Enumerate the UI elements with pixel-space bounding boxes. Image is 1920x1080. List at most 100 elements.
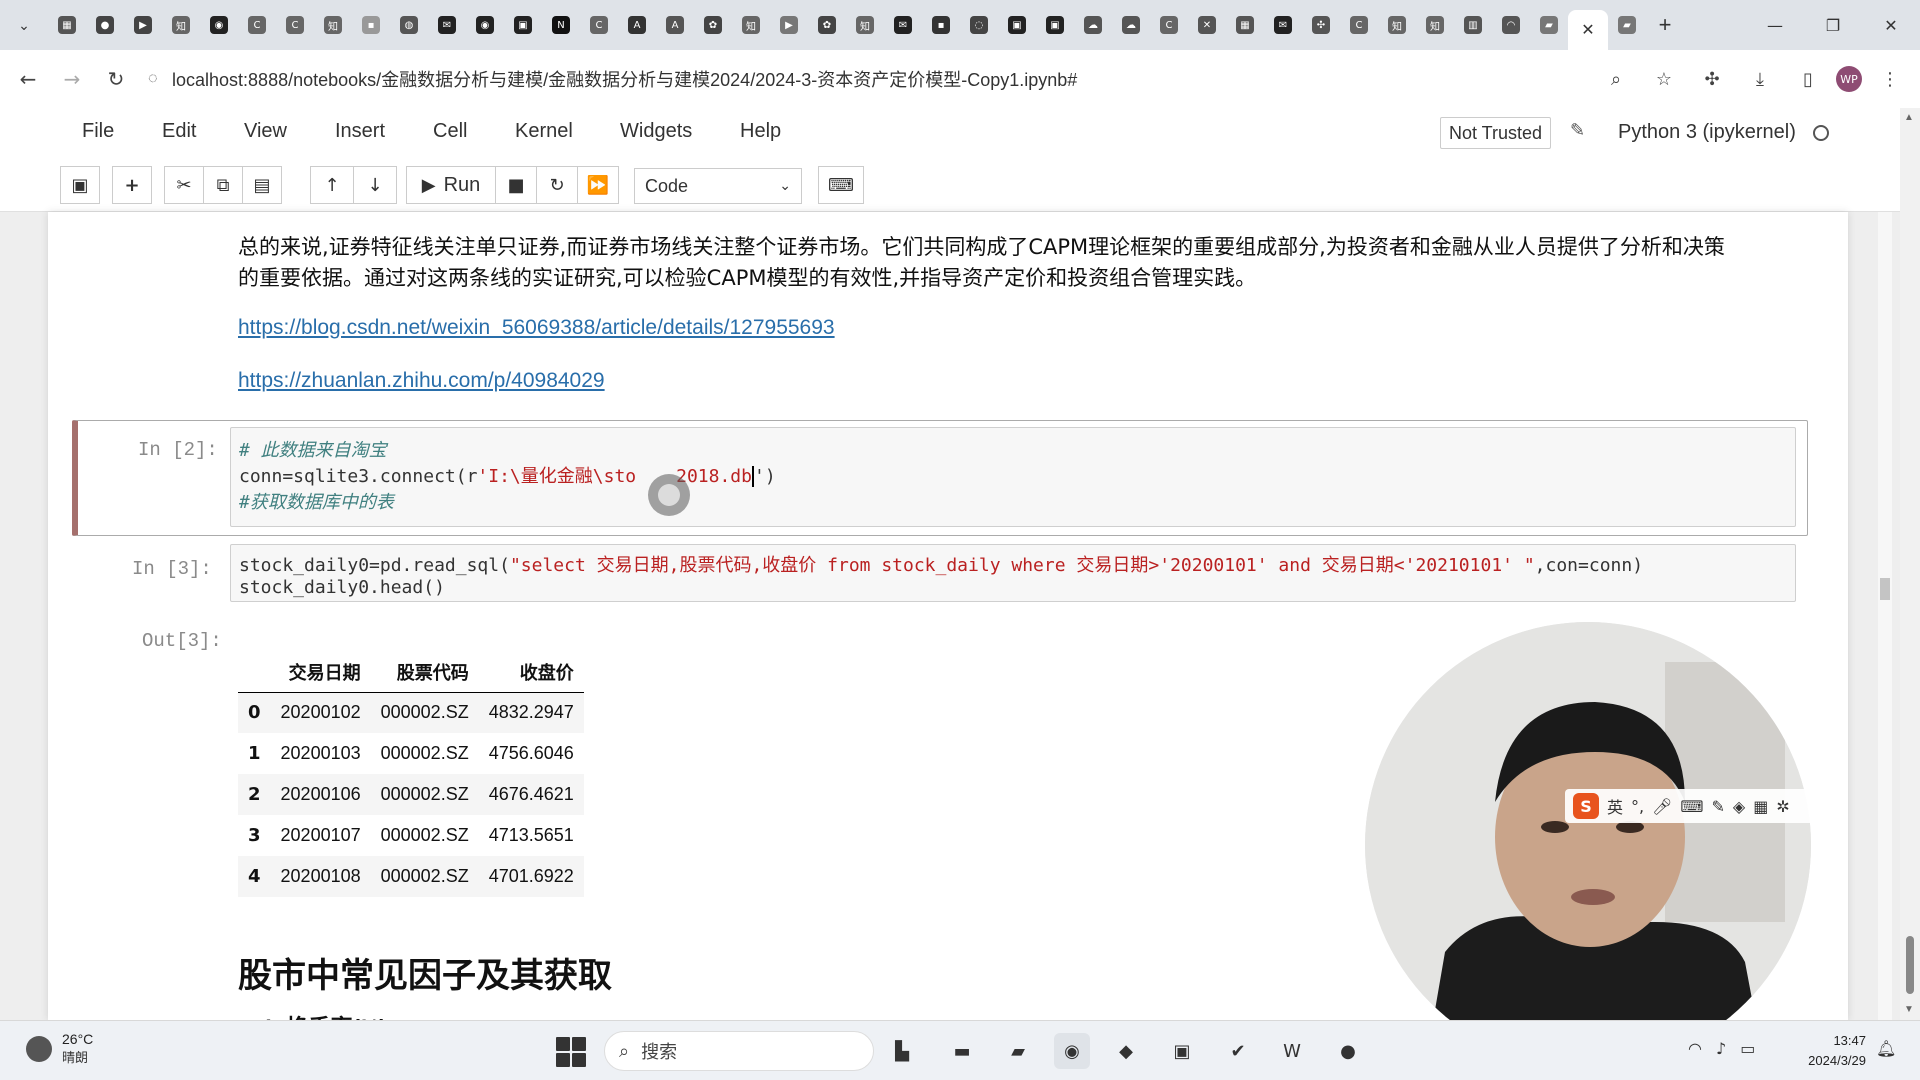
copy-icon[interactable]: ⧉: [203, 166, 243, 204]
scroll-down-icon[interactable]: ▼: [1904, 1004, 1914, 1015]
move-down-icon[interactable]: ↓: [353, 166, 397, 204]
notification-bell-icon[interactable]: 🔔︎: [1876, 1039, 1896, 1058]
tab-zhihu-icon[interactable]: 知: [846, 0, 884, 50]
run-button[interactable]: ▶ Run: [406, 166, 496, 204]
tab-mail-icon[interactable]: ✉: [428, 0, 466, 50]
tab-ids-icon[interactable]: ▪: [922, 0, 960, 50]
tab-book-icon[interactable]: ▰: [1530, 0, 1568, 50]
cmd-app-icon[interactable]: ▣: [1164, 1033, 1200, 1069]
tab-c-icon[interactable]: C: [238, 0, 276, 50]
tab-calendar-icon[interactable]: ▦: [48, 0, 86, 50]
insert-cell-icon[interactable]: +: [112, 166, 152, 204]
menu-kernel[interactable]: Kernel: [515, 120, 573, 143]
tab-record-icon[interactable]: ●: [86, 0, 124, 50]
page-scrollbar-thumb[interactable]: [1906, 936, 1914, 994]
forward-arrow-icon[interactable]: →: [52, 59, 92, 99]
ime-punctuation-toggle[interactable]: °,: [1631, 797, 1644, 816]
tab-video-icon[interactable]: ▶: [770, 0, 808, 50]
tab-book-icon[interactable]: ▰: [1608, 0, 1646, 50]
tab-cloud-icon[interactable]: ☁: [1112, 0, 1150, 50]
active-tab-close-icon[interactable]: ✕: [1568, 10, 1608, 50]
move-up-icon[interactable]: ↑: [310, 166, 354, 204]
tab-tool-icon[interactable]: ✕: [1188, 0, 1226, 50]
toolbox-icon[interactable]: ▦: [1753, 797, 1768, 816]
profile-avatar[interactable]: WP: [1836, 66, 1862, 92]
tab-ai-icon[interactable]: A: [656, 0, 694, 50]
tab-zhihu-icon[interactable]: 知: [1378, 0, 1416, 50]
microphone-icon[interactable]: 🎤︎: [1652, 797, 1672, 816]
terminal-app-icon[interactable]: ▬: [944, 1033, 980, 1069]
restore-icon[interactable]: ❐: [1804, 0, 1862, 50]
tab-cloud-icon[interactable]: ☁: [1074, 0, 1112, 50]
tab-paw-icon[interactable]: ✿: [694, 0, 732, 50]
notebook-scrollbar[interactable]: [1878, 212, 1892, 1020]
weather-widget[interactable]: 26°C 晴朗: [26, 1031, 93, 1066]
tab-books-icon[interactable]: ▥: [1454, 0, 1492, 50]
tab-c-icon[interactable]: C: [276, 0, 314, 50]
tab-mail-icon[interactable]: ✉: [1264, 0, 1302, 50]
url-field[interactable]: ◌ localhost:8888/notebooks/金融数据分析与建模/金融数…: [148, 62, 1618, 96]
task-view-icon[interactable]: ▙: [884, 1033, 920, 1069]
page-scrollbar[interactable]: ▲ ▼: [1900, 108, 1920, 1020]
extensions-icon[interactable]: ✣: [1692, 59, 1732, 99]
menu-view[interactable]: View: [244, 120, 287, 143]
download-icon[interactable]: ⤓: [1740, 59, 1780, 99]
menu-widgets[interactable]: Widgets: [620, 120, 692, 143]
keyboard-icon[interactable]: ⌨: [818, 166, 864, 204]
keyboard-icon[interactable]: ⌨: [1680, 797, 1703, 816]
tab-notion-icon[interactable]: N: [542, 0, 580, 50]
tab-github-icon[interactable]: ◉: [200, 0, 238, 50]
cut-icon[interactable]: ✂: [164, 166, 204, 204]
menu-file[interactable]: File: [82, 120, 114, 143]
notebook-scrollbar-thumb[interactable]: [1880, 578, 1890, 600]
window-close-icon[interactable]: ✕: [1862, 0, 1920, 50]
sidepanel-icon[interactable]: ▯: [1788, 59, 1828, 99]
system-clock[interactable]: 13:47 2024/3/29: [1790, 1031, 1866, 1071]
taskbar-search[interactable]: ⌕ 搜索: [604, 1031, 874, 1071]
new-tab-button[interactable]: +: [1646, 0, 1684, 50]
tab-globe-icon[interactable]: ◍: [390, 0, 428, 50]
tab-swirl-icon[interactable]: ◌: [960, 0, 998, 50]
edit-pencil-icon[interactable]: ✎: [1570, 120, 1585, 141]
csdn-link[interactable]: https://blog.csdn.net/weixin_56069388/ar…: [238, 316, 835, 340]
browser-menu-icon[interactable]: ⋮: [1870, 59, 1910, 99]
tab-terminal-icon[interactable]: ▣: [998, 0, 1036, 50]
not-trusted-badge[interactable]: Not Trusted: [1440, 117, 1552, 149]
tab-paw-icon[interactable]: ✿: [808, 0, 846, 50]
interrupt-icon[interactable]: ■: [495, 166, 537, 204]
save-icon[interactable]: ▣: [60, 166, 100, 204]
bookmark-star-icon[interactable]: ☆: [1644, 59, 1684, 99]
code-cell-2[interactable]: In [2]: # 此数据来自淘宝 conn=sqlite3.connect(r…: [72, 420, 1808, 536]
tab-grid-icon[interactable]: ▦: [1226, 0, 1264, 50]
skin-icon[interactable]: ✎: [1712, 797, 1725, 816]
edge-app-icon[interactable]: ◆: [1108, 1033, 1144, 1069]
file-explorer-icon[interactable]: ▰: [1000, 1033, 1036, 1069]
menu-help[interactable]: Help: [740, 120, 781, 143]
back-arrow-icon[interactable]: ←: [8, 59, 48, 99]
kernel-name[interactable]: Python 3 (ipykernel): [1618, 121, 1796, 144]
code-editor[interactable]: stock_daily0=pd.read_sql("select 交易日期,股票…: [230, 544, 1796, 602]
tab-c-icon[interactable]: C: [1150, 0, 1188, 50]
menu-insert[interactable]: Insert: [335, 120, 385, 143]
menu-cell[interactable]: Cell: [433, 120, 467, 143]
tab-loading-icon[interactable]: ◠: [1492, 0, 1530, 50]
minimize-icon[interactable]: —: [1746, 0, 1804, 50]
record-app-icon[interactable]: ●: [1330, 1033, 1366, 1069]
zhihu-link[interactable]: https://zhuanlan.zhihu.com/p/40984029: [238, 369, 605, 393]
tab-zhihu-icon[interactable]: 知: [732, 0, 770, 50]
tab-mail-icon[interactable]: ✉: [884, 0, 922, 50]
restart-icon[interactable]: ↻: [536, 166, 578, 204]
tab-c-icon[interactable]: C: [1340, 0, 1378, 50]
tab-terminal-icon[interactable]: ▣: [1036, 0, 1074, 50]
scroll-up-icon[interactable]: ▲: [1904, 112, 1914, 123]
battery-icon[interactable]: ▭: [1740, 1039, 1755, 1058]
tab-c-icon[interactable]: C: [580, 0, 618, 50]
reload-icon[interactable]: ↻: [96, 59, 136, 99]
wps-app-icon[interactable]: W: [1274, 1033, 1310, 1069]
sogou-logo-icon[interactable]: S: [1573, 793, 1599, 819]
cell-type-select[interactable]: Code ⌄: [634, 168, 802, 204]
paste-icon[interactable]: ▤: [242, 166, 282, 204]
vscode-app-icon[interactable]: ✔: [1220, 1033, 1256, 1069]
tab-zhihu-icon[interactable]: 知: [314, 0, 352, 50]
volume-icon[interactable]: ♪: [1716, 1039, 1726, 1058]
